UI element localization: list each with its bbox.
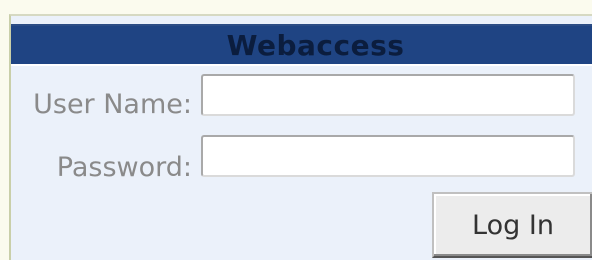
password-label: Password: [56,152,192,183]
page-background: Webaccess User Name: Password: Log In [0,0,592,260]
password-input[interactable] [201,135,575,177]
login-panel-header: Webaccess [11,24,592,66]
username-input[interactable] [201,74,575,116]
username-label: User Name: [33,89,192,120]
login-panel-title: Webaccess [226,28,405,62]
login-button[interactable]: Log In [432,192,592,258]
login-panel: Webaccess User Name: Password: Log In [9,14,592,260]
